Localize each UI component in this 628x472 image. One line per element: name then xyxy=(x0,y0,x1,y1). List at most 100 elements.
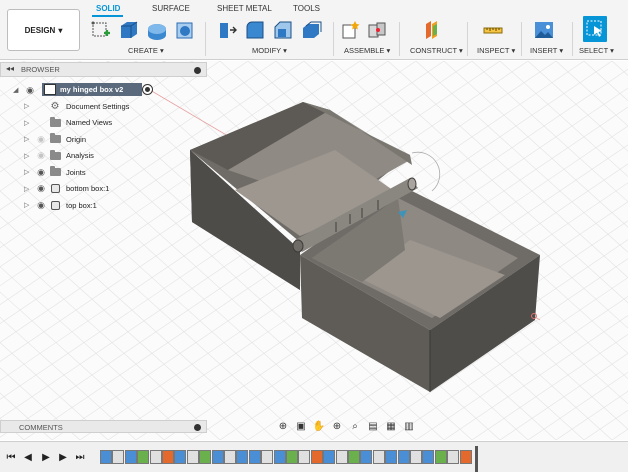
eye-icon[interactable]: ◉ xyxy=(34,200,48,211)
browser-item[interactable]: ▷ Named Views xyxy=(24,115,112,131)
inspect-menu[interactable]: INSPECT ▾ xyxy=(477,46,515,55)
step-back-icon[interactable]: ◀ xyxy=(22,451,34,463)
browser-root[interactable]: ◢ ◉ xyxy=(13,82,37,98)
expand-arrow-icon[interactable]: ◢ xyxy=(13,86,23,94)
measure-icon[interactable] xyxy=(482,18,504,42)
pin-icon[interactable] xyxy=(194,424,201,431)
timeline-feature-icon[interactable] xyxy=(162,450,174,464)
timeline-feature-icon[interactable] xyxy=(199,450,212,464)
tab-solid[interactable]: SOLID xyxy=(96,4,120,13)
timeline-feature-icon[interactable] xyxy=(248,450,261,464)
timeline-feature-icon[interactable] xyxy=(335,450,348,464)
comments-panel[interactable]: COMMENTS xyxy=(0,420,207,433)
orbit-icon[interactable]: ⊕ xyxy=(276,420,290,434)
press-pull-icon[interactable] xyxy=(216,18,238,42)
revolve-icon[interactable] xyxy=(146,18,168,42)
expand-arrow-icon[interactable]: ▷ xyxy=(24,102,34,110)
design-workspace-button[interactable]: DESIGN ▾ xyxy=(7,9,80,51)
modify-menu[interactable]: MODIFY ▾ xyxy=(252,46,287,55)
chamfer-icon[interactable] xyxy=(272,18,294,42)
extrude-icon[interactable] xyxy=(118,18,140,42)
timeline-marker[interactable] xyxy=(474,446,479,472)
browser-item[interactable]: ▷ ◉ bottom box:1 xyxy=(24,181,109,197)
expand-arrow-icon[interactable]: ▷ xyxy=(24,152,34,160)
play-icon[interactable]: ▶ xyxy=(40,451,52,463)
timeline-feature-icon[interactable] xyxy=(385,450,398,464)
zoom-icon[interactable]: ⊕ xyxy=(330,420,344,434)
look-at-icon[interactable]: ▣ xyxy=(294,420,308,434)
timeline-feature-icon[interactable] xyxy=(174,450,187,464)
timeline-feature-icon[interactable] xyxy=(286,450,298,464)
timeline-feature-icon[interactable] xyxy=(298,450,311,464)
expand-arrow-icon[interactable]: ▷ xyxy=(24,135,34,143)
browser-item[interactable]: ▷ ◉ top box:1 xyxy=(24,197,97,213)
step-forward-icon[interactable]: ▶ xyxy=(57,451,69,463)
browser-item[interactable]: ▷ ◉ Joints xyxy=(24,164,86,180)
timeline-feature-icon[interactable] xyxy=(323,450,336,464)
timeline-feature-icon[interactable] xyxy=(224,450,236,464)
select-menu[interactable]: SELECT ▾ xyxy=(579,46,614,55)
insert-menu[interactable]: INSERT ▾ xyxy=(530,46,563,55)
insert-image-icon[interactable] xyxy=(533,18,555,42)
timeline-feature-icon[interactable] xyxy=(360,450,373,464)
display-settings-icon[interactable]: ▤ xyxy=(366,420,380,434)
go-to-start-icon[interactable]: ⏮ xyxy=(5,451,17,463)
expand-arrow-icon[interactable]: ▷ xyxy=(24,119,34,127)
eye-icon[interactable]: ◉ xyxy=(34,183,48,194)
offset-plane-icon[interactable] xyxy=(421,18,443,42)
assemble-menu[interactable]: ASSEMBLE ▾ xyxy=(344,46,390,55)
browser-item[interactable]: ▷ ◉ Origin xyxy=(24,131,86,147)
eye-icon[interactable]: ◉ xyxy=(34,134,48,145)
timeline-feature-icon[interactable] xyxy=(186,450,199,464)
timeline-feature-icon[interactable] xyxy=(434,450,447,464)
timeline-feature-icon[interactable] xyxy=(211,450,224,464)
timeline-feature-icon[interactable] xyxy=(397,450,410,464)
joint-icon[interactable] xyxy=(366,18,388,42)
viewports-icon[interactable]: ▥ xyxy=(402,420,416,434)
timeline-feature-icon[interactable] xyxy=(236,450,249,464)
timeline-feature-icon[interactable] xyxy=(372,450,385,464)
activate-radio-icon[interactable] xyxy=(142,84,153,95)
timeline-feature-icon[interactable] xyxy=(310,450,323,464)
create-menu[interactable]: CREATE ▾ xyxy=(128,46,164,55)
timeline-feature-icon[interactable] xyxy=(124,450,137,464)
new-sketch-icon[interactable] xyxy=(90,18,112,42)
timeline-feature-icon[interactable] xyxy=(348,450,360,464)
pin-icon[interactable] xyxy=(194,67,201,74)
timeline-feature-icon[interactable] xyxy=(149,450,162,464)
eye-icon[interactable]: ◉ xyxy=(34,150,48,161)
expand-arrow-icon[interactable]: ▷ xyxy=(24,185,34,193)
timeline-feature-icon[interactable] xyxy=(273,450,286,464)
browser-root-label[interactable]: my hinged box v2 xyxy=(42,83,142,96)
timeline-feature-icon[interactable] xyxy=(112,450,125,464)
grid-settings-icon[interactable]: ▦ xyxy=(384,420,398,434)
timeline-feature-icon[interactable] xyxy=(410,450,422,464)
timeline-feature-icon[interactable] xyxy=(459,450,472,464)
expand-arrow-icon[interactable]: ▷ xyxy=(24,168,34,176)
timeline-feature-icon[interactable] xyxy=(261,450,274,464)
tab-sheet-metal[interactable]: SHEET METAL xyxy=(217,4,272,13)
tab-tools[interactable]: TOOLS xyxy=(293,4,320,13)
fit-icon[interactable]: ⌕ xyxy=(348,420,362,434)
timeline-feature-icon[interactable] xyxy=(447,450,460,464)
tab-surface[interactable]: SURFACE xyxy=(152,4,190,13)
eye-icon[interactable]: ◉ xyxy=(23,85,37,96)
fillet-icon[interactable] xyxy=(244,18,266,42)
new-component-icon[interactable] xyxy=(340,18,362,42)
timeline-feature-icon[interactable] xyxy=(422,450,435,464)
timeline-feature-icon[interactable] xyxy=(100,450,112,464)
shell-icon[interactable] xyxy=(300,18,322,42)
expand-arrow-icon[interactable]: ▷ xyxy=(24,201,34,209)
go-to-end-icon[interactable]: ⏭ xyxy=(74,451,86,463)
timeline-feature-icon[interactable] xyxy=(137,450,150,464)
pan-icon[interactable]: ✋ xyxy=(312,420,326,434)
sphere-tool-icon[interactable] xyxy=(174,18,196,42)
eye-icon[interactable]: ◉ xyxy=(34,167,48,178)
collapse-arrows-icon[interactable]: ◂◂ xyxy=(6,64,14,73)
select-icon[interactable] xyxy=(583,16,607,42)
browser-item-label: Origin xyxy=(66,134,87,144)
construct-menu[interactable]: CONSTRUCT ▾ xyxy=(410,46,463,55)
browser-item[interactable]: ▷ ⚙ Document Settings xyxy=(24,98,129,114)
browser-header[interactable]: ◂◂ BROWSER xyxy=(0,62,207,77)
browser-item[interactable]: ▷ ◉ Analysis xyxy=(24,148,94,164)
